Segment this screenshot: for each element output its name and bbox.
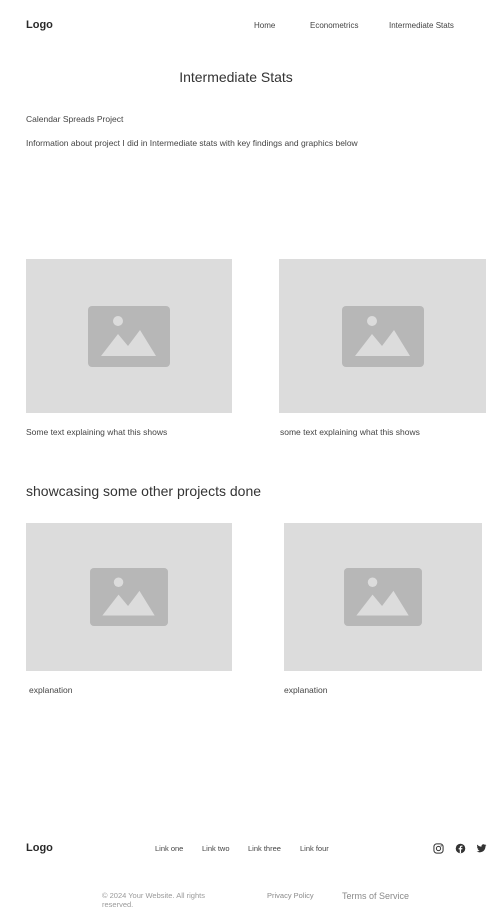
footer-privacy-link[interactable]: Privacy Policy	[267, 891, 314, 900]
other-project-caption-1: explanation	[29, 685, 73, 695]
image-placeholder-icon	[90, 568, 168, 626]
instagram-icon[interactable]	[433, 843, 444, 854]
figure-image-1	[26, 259, 232, 413]
footer-link-one[interactable]: Link one	[155, 844, 183, 853]
nav-econometrics-link[interactable]: Econometrics	[310, 21, 358, 30]
page-title: Intermediate Stats	[179, 69, 293, 85]
other-project-image-2	[284, 523, 482, 671]
image-placeholder-icon	[344, 568, 422, 626]
other-project-caption-2: explanation	[284, 685, 328, 695]
header-logo[interactable]: Logo	[26, 19, 53, 31]
footer-link-three[interactable]: Link three	[248, 844, 281, 853]
figure-image-2	[279, 259, 486, 413]
footer-link-four[interactable]: Link four	[300, 844, 329, 853]
nav-intermediate-stats-link[interactable]: Intermediate Stats	[389, 21, 454, 30]
footer-logo[interactable]: Logo	[26, 842, 53, 854]
figure-caption-1: Some text explaining what this shows	[26, 427, 168, 437]
project-description: Information about project I did in Inter…	[26, 138, 358, 148]
nav-home-link[interactable]: Home	[254, 21, 275, 30]
project-name: Calendar Spreads Project	[26, 114, 124, 124]
image-placeholder-icon	[88, 305, 170, 367]
other-projects-title: showcasing some other projects done	[26, 483, 262, 499]
other-project-image-1	[26, 523, 232, 671]
footer-terms-link[interactable]: Terms of Service	[342, 891, 409, 901]
facebook-icon[interactable]	[455, 843, 466, 854]
image-placeholder-icon	[341, 305, 424, 367]
footer-copyright: © 2024 Your Website. All rights reserved…	[102, 891, 205, 909]
figure-caption-2: some text explaining what this shows	[280, 427, 420, 437]
twitter-icon[interactable]	[476, 843, 487, 854]
footer-link-two[interactable]: Link two	[202, 844, 230, 853]
